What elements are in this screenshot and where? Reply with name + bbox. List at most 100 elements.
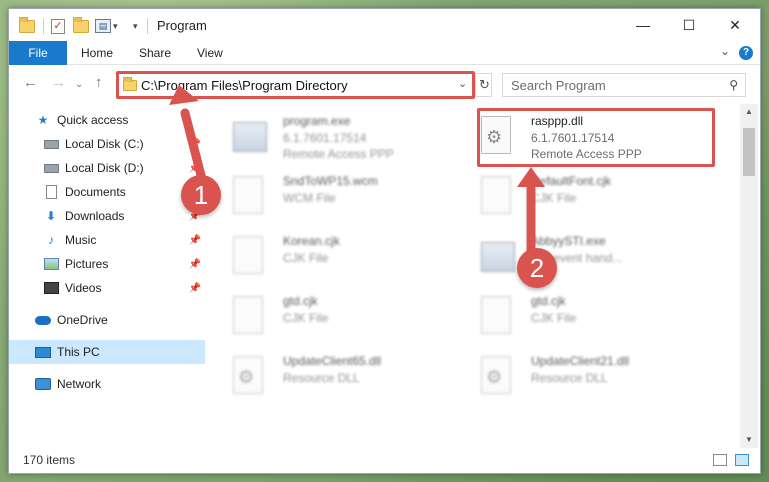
pin-icon[interactable]: 📌 (189, 139, 201, 150)
toolbar-group (73, 16, 89, 35)
drive-icon (43, 161, 59, 175)
nav-documents[interactable]: Documents 📌 (9, 180, 205, 204)
scroll-up-icon[interactable]: ▲ (740, 104, 758, 120)
file-name: program.exe (283, 114, 351, 128)
nav-label: Music (65, 233, 97, 247)
dll-gear-icon (481, 356, 515, 396)
maximize-button[interactable]: ☐ (666, 9, 712, 41)
file-item[interactable]: UpdateClient65.dll Resource DLL (213, 350, 453, 404)
executable-icon (233, 116, 267, 156)
file-type: CJK File (531, 191, 577, 205)
file-type: CJK File (283, 251, 329, 265)
nav-label: This PC (57, 345, 100, 359)
search-box[interactable]: Search Program ⚲ (502, 73, 746, 97)
view-properties-icon[interactable]: ▤ (95, 19, 111, 33)
file-item[interactable]: SndToWP15.wcm WCM File (213, 170, 453, 224)
item-count: 170 items (23, 453, 76, 467)
nav-videos[interactable]: Videos 📌 (9, 276, 205, 300)
file-item[interactable]: program.exe 6.1.7601.17514 Remote Access… (213, 110, 453, 164)
pin-icon[interactable]: 📌 (189, 235, 201, 246)
file-icon (233, 296, 267, 336)
nav-label: Documents (65, 185, 126, 199)
nav-label: Network (57, 377, 102, 391)
help-icon[interactable]: ? (739, 46, 753, 60)
vertical-scrollbar[interactable]: ▲ ▼ (740, 104, 758, 448)
recent-locations-icon[interactable]: ⌄ (75, 79, 83, 90)
nav-label: OneDrive (57, 313, 108, 327)
large-icons-view-icon[interactable] (735, 454, 749, 466)
status-bar: 170 items (9, 448, 760, 473)
star-icon: ★ (37, 113, 49, 127)
nav-label: Videos (65, 281, 102, 295)
file-type: Resource DLL (531, 371, 608, 385)
download-arrow-icon: ⬇ (45, 209, 57, 223)
file-item[interactable]: gtd.cjk CJK File (461, 290, 701, 344)
forward-arrow-icon[interactable]: → (51, 74, 66, 91)
step-1-badge: 1 (181, 175, 221, 215)
file-type: CJK File (283, 311, 329, 325)
file-icon (233, 236, 267, 276)
minimize-button[interactable]: — (620, 9, 666, 41)
nav-pictures[interactable]: Pictures 📌 (9, 252, 205, 276)
nav-network[interactable]: Network (9, 372, 205, 396)
up-arrow-icon[interactable]: ↑ (95, 74, 103, 91)
file-item[interactable]: gtd.cjk CJK File (213, 290, 453, 344)
toolbar-group: ✓ (51, 17, 65, 35)
file-name: Korean.cjk (283, 234, 340, 248)
step-2-badge: 2 (517, 248, 557, 288)
file-name: SndToWP15.wcm (283, 174, 378, 188)
nav-this-pc[interactable]: This PC (9, 340, 205, 364)
pin-icon[interactable]: 📌 (189, 283, 201, 294)
drive-icon (43, 137, 59, 151)
file-item[interactable]: UpdateClient21.dll Resource DLL (461, 350, 701, 404)
tab-home[interactable]: Home (81, 41, 113, 65)
network-icon (35, 377, 51, 391)
file-item[interactable]: AbbyySTI.exe STI event hand... (461, 230, 701, 284)
file-icon (233, 176, 267, 216)
explorer-window: ✓ ▤ ▾ ▾ Program — ☐ ✕ File Home Share Vi… (8, 8, 761, 474)
file-icon (481, 296, 515, 336)
properties-check-icon[interactable]: ✓ (51, 18, 65, 34)
file-description: Remote Access PPP (283, 147, 394, 161)
search-input[interactable]: Search Program (511, 78, 606, 93)
title-bar: ✓ ▤ ▾ ▾ Program — ☐ ✕ (9, 9, 760, 41)
nav-downloads[interactable]: ⬇ Downloads 📌 (9, 204, 205, 228)
close-button[interactable]: ✕ (712, 9, 758, 41)
tab-view[interactable]: View (197, 41, 223, 65)
file-version: 6.1.7601.17514 (283, 131, 367, 145)
file-name: gtd.cjk (531, 294, 566, 308)
search-icon[interactable]: ⚲ (729, 78, 738, 92)
tab-file[interactable]: File (9, 41, 67, 65)
pin-icon[interactable]: 📌 (189, 259, 201, 270)
nav-onedrive[interactable]: OneDrive (9, 308, 205, 332)
file-item[interactable]: DefaultFont.cjk CJK File (461, 170, 701, 224)
pictures-icon (43, 257, 59, 271)
scroll-thumb[interactable] (743, 128, 755, 176)
chevron-down-icon[interactable]: ▾ (113, 21, 118, 32)
nav-local-disk-c[interactable]: Local Disk (C:) 📌 (9, 132, 205, 156)
navigation-pane: ★ Quick access Local Disk (C:) 📌 Local D… (9, 104, 205, 448)
refresh-icon[interactable]: ↻ (475, 73, 493, 97)
video-icon (43, 281, 59, 295)
nav-label: Downloads (65, 209, 125, 223)
file-name: gtd.cjk (283, 294, 318, 308)
details-view-icon[interactable] (713, 454, 727, 466)
tab-share[interactable]: Share (139, 41, 171, 65)
nav-local-disk-d[interactable]: Local Disk (D:) 📌 (9, 156, 205, 180)
back-arrow-icon[interactable]: ← (23, 74, 38, 91)
customize-toolbar-icon[interactable]: ▾ (133, 21, 138, 32)
file-type: Resource DLL (283, 371, 360, 385)
scroll-down-icon[interactable]: ▼ (740, 432, 758, 448)
new-folder-icon[interactable] (73, 16, 89, 33)
nav-quick-access[interactable]: ★ Quick access (9, 108, 205, 132)
file-item[interactable]: Korean.cjk CJK File (213, 230, 453, 284)
file-highlight (477, 108, 715, 167)
folder-icon[interactable] (19, 16, 35, 33)
expand-ribbon-icon[interactable]: ⌄ (720, 44, 730, 58)
nav-label: Local Disk (C:) (65, 137, 144, 151)
ribbon-tabs: File Home Share View ⌄ ? (9, 41, 760, 65)
file-name: DefaultFont.cjk (531, 174, 612, 188)
divider (147, 18, 148, 34)
nav-music[interactable]: ♪ Music 📌 (9, 228, 205, 252)
pin-icon[interactable]: 📌 (189, 163, 201, 174)
